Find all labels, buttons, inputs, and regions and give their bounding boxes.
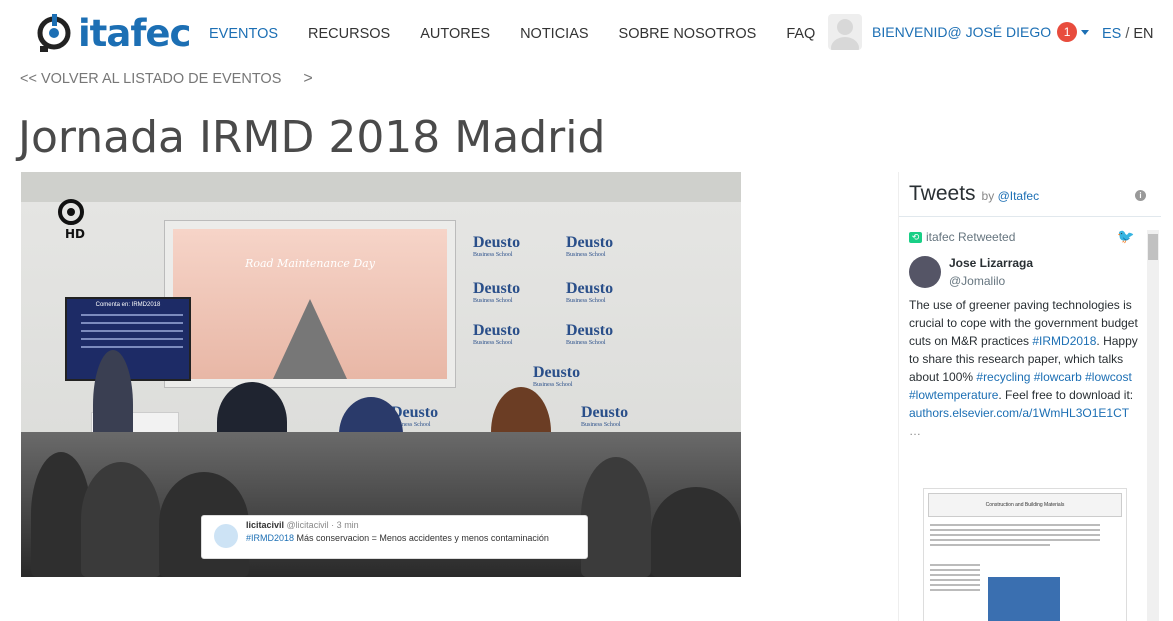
breadcrumb: << VOLVER AL LISTADO DE EVENTOS > [20, 70, 313, 88]
audience-member [81, 462, 161, 577]
video-ceiling [21, 172, 741, 202]
scroll-thumb[interactable] [1148, 234, 1158, 260]
sponsor-logo: Deusto Business School [566, 280, 614, 304]
main-nav: EVENTOS RECURSOS AUTORES NOTICIAS SOBRE … [209, 26, 845, 42]
author-avatar[interactable] [909, 256, 941, 288]
author-handle[interactable]: @Jomalilo [949, 274, 1005, 288]
sponsor-logo: Deusto Business School [473, 322, 521, 346]
user-silhouette-icon [831, 19, 859, 50]
divider [899, 216, 1161, 217]
tweet-user: licitacivil [246, 520, 285, 530]
nav-recursos[interactable]: RECURSOS [308, 26, 390, 42]
notification-badge[interactable]: 1 [1057, 22, 1078, 42]
road-graphic [273, 299, 347, 379]
sponsor-logo: Deusto Business School [566, 322, 614, 346]
hd-channel-logo-icon: HD [58, 199, 85, 240]
sponsor-logo: Deusto Business School [581, 404, 629, 428]
tweet-text: Más conservacion = Menos accidentes y me… [296, 533, 549, 543]
page-title: Jornada IRMD 2018 Madrid [18, 112, 606, 163]
monitor-title: Comenta en: IRMD2018 [95, 302, 161, 308]
ellipsis: … [909, 424, 921, 438]
nav-sobre-nosotros[interactable]: SOBRE NOSOTROS [619, 26, 757, 42]
screen-label: Road Maintenance Day [245, 257, 375, 270]
tweets-by-label: by [981, 189, 995, 203]
sponsor-logo: Deusto Business School [473, 234, 521, 258]
scrollbar[interactable] [1147, 230, 1159, 621]
nav-noticias[interactable]: NOTICIAS [520, 26, 588, 42]
nav-autores[interactable]: AUTORES [420, 26, 490, 42]
audience-member [581, 457, 651, 577]
audience-member [651, 487, 741, 577]
back-to-events-link[interactable]: << VOLVER AL LISTADO DE EVENTOS [20, 71, 281, 87]
retweet-icon: ⟲ [909, 231, 922, 243]
twitter-bird-icon[interactable]: 🐦 [1117, 228, 1134, 245]
tweet-hashtag: #IRMD2018 [246, 533, 295, 543]
user-menu[interactable]: BIENVENID@ JOSÉ DIEGO 1 [828, 14, 1090, 50]
tweets-by-handle[interactable]: @Itafec [998, 189, 1040, 203]
chevron-right-icon[interactable]: > [303, 70, 312, 88]
avatar [828, 14, 862, 50]
retweeted-label: ⟲ itafec Retweeted [909, 230, 1015, 244]
tweet-avatar [214, 524, 238, 548]
svg-text:HD: HD [65, 227, 85, 240]
tweet-handle: @licitacivil · 3 min [286, 520, 359, 530]
language-switcher: ES / EN [1102, 26, 1154, 42]
lang-es[interactable]: ES [1102, 26, 1121, 42]
attached-paper-image[interactable]: Construction and Building Materials [923, 488, 1127, 621]
event-video[interactable]: Road Maintenance Day Deusto Business Scho… [21, 172, 741, 577]
sponsor-logo: Deusto Business School [533, 364, 581, 388]
nav-faq[interactable]: FAQ [786, 26, 815, 42]
info-icon[interactable]: i [1135, 190, 1146, 201]
user-greeting: BIENVENID@ JOSÉ DIEGO [872, 24, 1052, 40]
paper-figure [988, 577, 1060, 621]
lang-en[interactable]: EN [1133, 26, 1153, 42]
author-name[interactable]: Jose Lizarraga [949, 256, 1033, 270]
projection-screen: Road Maintenance Day [164, 220, 456, 388]
sponsor-logo: Deusto Business School [473, 280, 521, 304]
sponsor-logo: Deusto Business School [566, 234, 614, 258]
lang-separator: / [1125, 26, 1130, 42]
itafec-logo[interactable]: itafec [36, 10, 191, 56]
chevron-down-icon[interactable] [1081, 29, 1090, 35]
logo-mark-icon [37, 14, 71, 52]
download-link[interactable]: authors.elsevier.com/a/1WmHL3O1E1CT [909, 406, 1129, 420]
logo-text: itafec [78, 11, 191, 55]
twitter-timeline-widget: Tweets by @Itafec i ⟲ itafec Retweeted 🐦… [898, 172, 1163, 621]
paper-journal: Construction and Building Materials [985, 502, 1065, 508]
tweets-heading: Tweets [909, 182, 976, 205]
hashtag-link[interactable]: #IRMD2018 [1032, 334, 1096, 348]
nav-eventos[interactable]: EVENTOS [209, 26, 278, 42]
tweet-overlay-card: licitacivil @licitacivil · 3 min #IRMD20… [201, 515, 588, 559]
tweet-body: The use of greener paving technologies i… [909, 298, 1138, 438]
